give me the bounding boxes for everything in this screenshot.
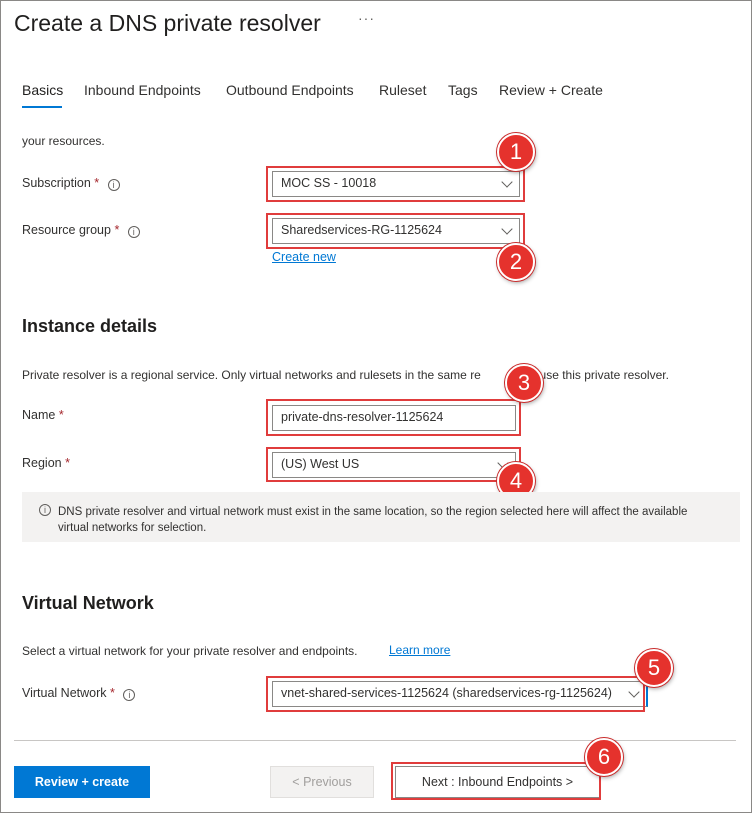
more-options-icon[interactable]: ··· (358, 10, 375, 26)
vnet-description: Select a virtual network for your privat… (22, 644, 358, 658)
callout-badge-6: 6 (585, 738, 623, 776)
callout-badge-3: 3 (505, 364, 543, 402)
info-icon[interactable]: i (127, 226, 140, 238)
tab-ruleset[interactable]: Ruleset (379, 82, 426, 98)
learn-more-link[interactable]: Learn more (389, 643, 450, 657)
active-tab-indicator (22, 106, 62, 108)
virtual-network-label: Virtual Network * i (22, 686, 136, 701)
callout-box-6 (391, 762, 601, 800)
tab-review-create[interactable]: Review + Create (499, 82, 603, 98)
region-label: Region * (22, 456, 70, 470)
previous-button[interactable]: < Previous (270, 766, 374, 798)
tab-basics[interactable]: Basics (22, 82, 63, 98)
create-new-link[interactable]: Create new (272, 250, 336, 264)
tab-tags[interactable]: Tags (448, 82, 478, 98)
review-create-button[interactable]: Review + create (14, 766, 150, 798)
virtual-network-heading: Virtual Network (22, 593, 154, 613)
region-notice: i DNS private resolver and virtual netwo… (22, 492, 740, 542)
callout-badge-2: 2 (497, 243, 535, 281)
required-mark: * (114, 223, 120, 237)
page-title: Create a DNS private resolver (14, 10, 321, 36)
tab-inbound-endpoints[interactable]: Inbound Endpoints (84, 82, 201, 98)
info-icon[interactable]: i (123, 689, 136, 701)
required-mark: * (58, 408, 64, 422)
tab-outbound-endpoints[interactable]: Outbound Endpoints (226, 82, 354, 98)
intro-text: your resources. (22, 134, 105, 148)
resource-group-label: Resource group * i (22, 223, 140, 238)
callout-box-4 (266, 447, 521, 482)
instance-details-heading: Instance details (22, 316, 158, 336)
required-mark: * (110, 686, 115, 700)
callout-box-5 (266, 676, 645, 712)
name-label: Name * (22, 408, 64, 422)
footer-divider (14, 740, 736, 741)
callout-badge-1: 1 (497, 133, 535, 171)
info-icon: i (39, 504, 51, 516)
callout-box-1 (266, 166, 525, 202)
callout-box-3 (266, 399, 521, 436)
required-mark: * (94, 176, 100, 190)
region-notice-text: DNS private resolver and virtual network… (58, 506, 688, 534)
info-icon[interactable]: i (107, 179, 120, 191)
instance-description: Private resolver is a regional service. … (22, 368, 669, 382)
callout-badge-5: 5 (635, 649, 673, 687)
callout-box-2 (266, 213, 525, 249)
subscription-label: Subscription * i (22, 176, 120, 191)
required-mark: * (65, 456, 70, 470)
